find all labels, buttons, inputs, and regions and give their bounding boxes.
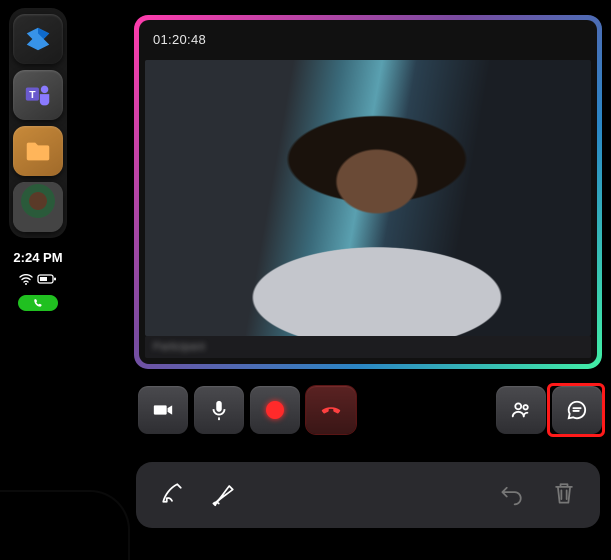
participants-icon xyxy=(510,399,532,421)
highlighter-icon xyxy=(210,479,238,507)
participants-button[interactable] xyxy=(496,386,546,434)
drawing-toolbar xyxy=(136,462,600,528)
battery-icon xyxy=(37,273,57,285)
end-call-button[interactable] xyxy=(306,386,356,434)
delete-button[interactable] xyxy=(550,479,578,512)
microphone-button[interactable] xyxy=(194,386,244,434)
remote-video-feed xyxy=(145,60,591,336)
trash-icon xyxy=(550,479,578,507)
chat-button[interactable] xyxy=(552,386,602,434)
camera-icon xyxy=(152,399,174,421)
microphone-icon xyxy=(208,399,230,421)
participant-name-bar: Participant xyxy=(145,336,591,358)
app-rail: T xyxy=(9,8,67,238)
contact-avatar-icon xyxy=(13,182,63,232)
camera-button[interactable] xyxy=(138,386,188,434)
pen-icon xyxy=(158,479,186,507)
folder-icon xyxy=(23,136,53,166)
chat-icon xyxy=(566,399,588,421)
record-icon xyxy=(266,401,284,419)
svg-text:T: T xyxy=(29,90,36,101)
wifi-icon xyxy=(19,273,33,285)
app-teams[interactable]: T xyxy=(13,70,63,120)
clock: 2:24 PM xyxy=(13,250,62,265)
pen-tool[interactable] xyxy=(158,479,186,512)
app-power-automate[interactable] xyxy=(13,14,63,64)
highlighter-tool[interactable] xyxy=(210,479,238,512)
status-indicators xyxy=(19,273,57,285)
call-controls-right xyxy=(496,386,602,434)
hang-up-icon xyxy=(320,399,342,421)
undo-icon xyxy=(498,479,526,507)
device-frame-edge xyxy=(0,490,130,560)
call-timer: 01:20:48 xyxy=(153,32,206,47)
teams-icon: T xyxy=(23,80,53,110)
record-button[interactable] xyxy=(250,386,300,434)
participant-name: Participant xyxy=(153,341,205,353)
video-inner: 01:20:48 Participant xyxy=(139,20,597,364)
power-automate-icon xyxy=(23,24,53,54)
app-contact[interactable] xyxy=(13,182,63,232)
active-call-indicator[interactable] xyxy=(18,295,58,311)
app-files[interactable] xyxy=(13,126,63,176)
left-sidebar: T 2:24 PM xyxy=(8,8,68,311)
phone-icon xyxy=(33,298,43,308)
call-controls-left xyxy=(138,386,356,434)
video-call-panel: 01:20:48 Participant xyxy=(134,15,602,369)
undo-button[interactable] xyxy=(498,479,526,512)
